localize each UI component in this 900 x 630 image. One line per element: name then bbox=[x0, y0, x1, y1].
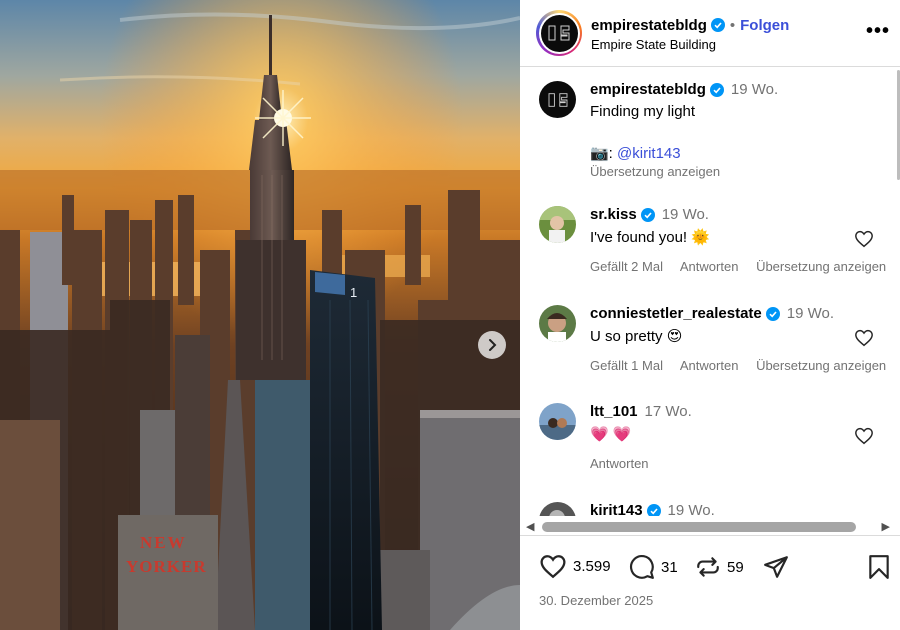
verified-badge-icon bbox=[640, 207, 655, 222]
send-icon bbox=[764, 556, 788, 578]
comment-text-body: I've found you! bbox=[590, 229, 692, 246]
empire-state-logo-icon bbox=[548, 92, 567, 107]
author-avatar[interactable] bbox=[536, 10, 582, 56]
comment-text-body: U so pretty bbox=[590, 328, 667, 345]
heart-outline-icon bbox=[540, 555, 566, 579]
commenter-username[interactable]: conniestetler_realestate bbox=[590, 305, 762, 322]
comment-time[interactable]: 19 Wo. bbox=[668, 502, 715, 516]
translate-link[interactable]: Übersetzung anzeigen bbox=[756, 259, 886, 274]
reply-button[interactable]: Antworten bbox=[590, 456, 649, 471]
comments-list: empirestatebldg 19 Wo. Finding my light … bbox=[520, 68, 900, 516]
heart-outline-icon[interactable] bbox=[854, 230, 874, 248]
separator-dot: • bbox=[729, 16, 736, 34]
bookmark-icon bbox=[869, 555, 889, 579]
reply-button[interactable]: Antworten bbox=[680, 259, 739, 274]
like-button[interactable]: 3.599 bbox=[539, 554, 611, 579]
commenter-avatar[interactable] bbox=[539, 305, 576, 342]
comment-bubble-icon bbox=[630, 555, 654, 579]
author-username[interactable]: empirestatebldg bbox=[591, 17, 707, 34]
more-options-button[interactable]: ••• bbox=[866, 20, 890, 43]
caption-translate-link[interactable]: Übersetzung anzeigen bbox=[590, 164, 720, 179]
reposts-count[interactable]: 59 bbox=[727, 559, 744, 576]
comment-button[interactable]: 31 bbox=[629, 554, 678, 580]
new-yorker-sign-bottom: YORKER bbox=[126, 557, 207, 576]
post-header: empirestatebldg • Folgen Empire State Bu… bbox=[520, 0, 900, 67]
verified-badge-icon bbox=[646, 503, 661, 516]
credit-mention-link[interactable]: @kirit143 bbox=[617, 145, 681, 162]
comment-item: conniestetler_realestate 19 Wo. U so pre… bbox=[539, 305, 900, 373]
repost-button[interactable]: 59 bbox=[695, 554, 744, 580]
scroll-right-arrow-icon[interactable]: ▶ bbox=[882, 520, 890, 533]
comment-time[interactable]: 19 Wo. bbox=[662, 206, 709, 223]
post-caption: empirestatebldg 19 Wo. Finding my light … bbox=[539, 81, 778, 179]
commenter-avatar[interactable] bbox=[539, 403, 576, 440]
caption-username[interactable]: empirestatebldg bbox=[590, 81, 706, 98]
scroll-thumb[interactable] bbox=[542, 522, 856, 532]
comment-item: kirit143 19 Wo. bbox=[539, 502, 715, 516]
commenter-avatar[interactable] bbox=[539, 502, 576, 516]
empire-state-logo-icon bbox=[540, 14, 578, 52]
hearts-emoji: 💗 💗 bbox=[590, 426, 632, 443]
reply-button[interactable]: Antworten bbox=[680, 358, 739, 373]
scroll-left-arrow-icon[interactable]: ◀ bbox=[526, 520, 534, 533]
share-button[interactable] bbox=[763, 554, 789, 580]
repost-icon bbox=[697, 557, 719, 577]
post-photo: 1 NEW YORKER bbox=[0, 0, 520, 630]
verified-badge-icon bbox=[709, 82, 724, 97]
follow-button[interactable]: Folgen bbox=[740, 17, 789, 34]
heart-eyes-emoji: 😍 bbox=[666, 328, 683, 345]
heart-outline-icon[interactable] bbox=[854, 329, 874, 347]
comment-time[interactable]: 17 Wo. bbox=[645, 403, 692, 420]
verified-badge-icon bbox=[765, 306, 780, 321]
comments-count[interactable]: 31 bbox=[661, 559, 678, 576]
sun-emoji: 🌞 bbox=[691, 229, 710, 246]
caption-time[interactable]: 19 Wo. bbox=[731, 81, 778, 98]
comment-item: sr.kiss 19 Wo. I've found you! 🌞 Gefällt… bbox=[539, 206, 900, 274]
building-number-sign: 1 bbox=[350, 285, 357, 300]
post-date[interactable]: 30. Dezember 2025 bbox=[539, 593, 653, 608]
camera-credit-prefix: 📷: bbox=[590, 145, 618, 162]
commenter-username[interactable]: kirit143 bbox=[590, 502, 643, 516]
post-side-panel: empirestatebldg • Folgen Empire State Bu… bbox=[520, 0, 900, 630]
comment-time[interactable]: 19 Wo. bbox=[787, 305, 834, 322]
new-yorker-sign-top: NEW bbox=[140, 533, 187, 552]
translate-link[interactable]: Übersetzung anzeigen bbox=[756, 358, 886, 373]
save-button[interactable] bbox=[868, 554, 890, 580]
verified-badge-icon bbox=[710, 18, 725, 32]
commenter-username[interactable]: sr.kiss bbox=[590, 206, 637, 223]
caption-avatar[interactable] bbox=[539, 81, 576, 118]
comment-likes-count[interactable]: Gefällt 2 Mal bbox=[590, 259, 663, 274]
caption-text: Finding my light bbox=[590, 103, 696, 120]
action-bar: 3.599 31 59 bbox=[520, 548, 900, 588]
next-image-button[interactable] bbox=[478, 331, 506, 359]
horizontal-scrollbar[interactable]: ◀ ▶ bbox=[520, 518, 900, 536]
commenter-avatar[interactable] bbox=[539, 206, 576, 243]
comment-item: ltt_101 17 Wo. 💗 💗 Antworten bbox=[539, 403, 692, 471]
comment-likes-count[interactable]: Gefällt 1 Mal bbox=[590, 358, 663, 373]
chevron-right-icon bbox=[489, 339, 497, 351]
caption-credit: 📷: @kirit143 bbox=[590, 144, 778, 162]
city-skyline-image: 1 NEW YORKER bbox=[0, 0, 520, 630]
likes-count[interactable]: 3.599 bbox=[573, 558, 611, 575]
author-location[interactable]: Empire State Building bbox=[591, 37, 789, 52]
heart-outline-icon[interactable] bbox=[854, 427, 874, 445]
commenter-username[interactable]: ltt_101 bbox=[590, 403, 638, 420]
